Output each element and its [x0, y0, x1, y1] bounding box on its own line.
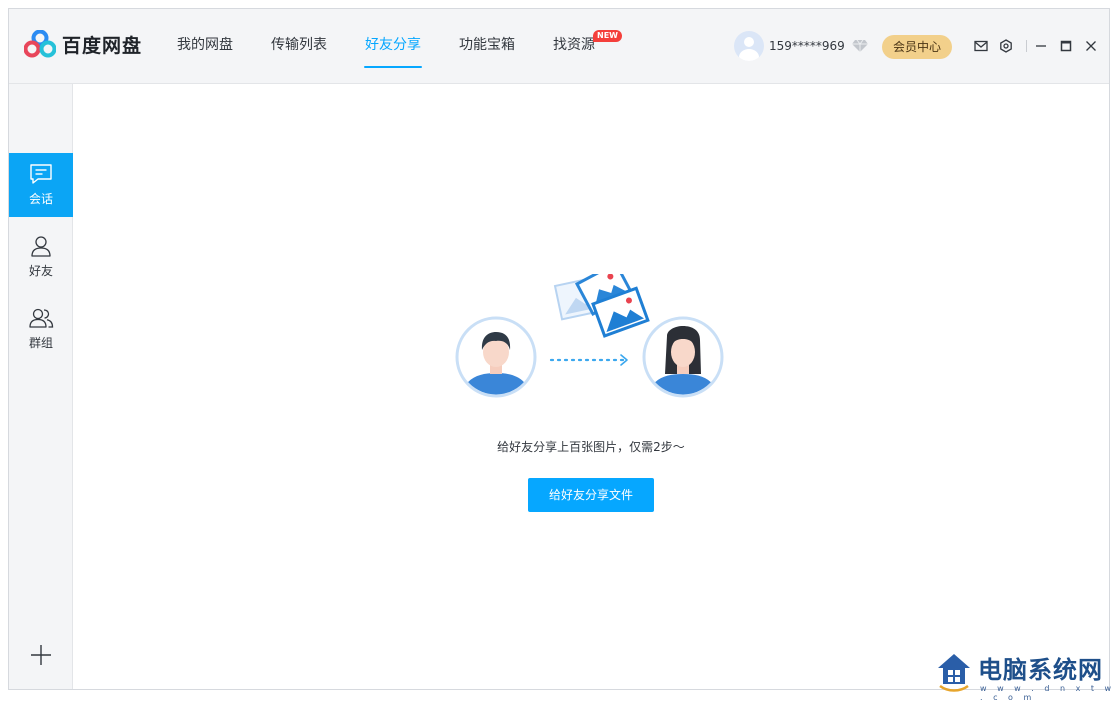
nav-my-disk[interactable]: 我的网盘: [177, 9, 233, 84]
site-watermark: 电脑系统网 w w w . d n x t w . c o m: [934, 650, 1118, 702]
watermark-url: w w w . d n x t w . c o m: [980, 684, 1116, 702]
share-illustration: [455, 274, 724, 398]
username: 159*****969: [769, 39, 845, 53]
maximize-icon[interactable]: [1058, 38, 1074, 54]
left-sidebar: 会话 好友 群组: [9, 84, 73, 689]
close-icon[interactable]: [1083, 38, 1099, 54]
minimize-icon[interactable]: [1033, 38, 1049, 54]
nav-transfer-list[interactable]: 传输列表: [271, 9, 327, 84]
sidebar-item-friends[interactable]: 好友: [9, 225, 73, 289]
share-tip-text: 给好友分享上百张图片，仅需2步～: [497, 440, 685, 454]
photos-icon: [553, 274, 650, 338]
title-bar: 百度网盘 我的网盘 传输列表 好友分享 功能宝箱 找资源 NEW 159****…: [9, 9, 1109, 84]
nav-toolbox[interactable]: 功能宝箱: [459, 9, 515, 84]
plus-icon: [31, 645, 51, 665]
house-logo-icon: [938, 654, 970, 692]
app-logo: 百度网盘: [24, 30, 142, 58]
sidebar-item-label: 好友: [28, 264, 53, 278]
vip-center-button[interactable]: 会员中心: [882, 35, 952, 59]
person-icon: [31, 236, 51, 257]
girl-avatar-icon: [642, 316, 724, 398]
app-window: 百度网盘 我的网盘 传输列表 好友分享 功能宝箱 找资源 NEW 159****…: [8, 8, 1110, 690]
dotted-arrow-icon: [549, 354, 628, 366]
title-bar-divider: [1026, 40, 1027, 52]
chat-icon: [30, 164, 52, 184]
group-icon: [29, 308, 54, 328]
app-name: 百度网盘: [62, 34, 143, 57]
diamond-icon[interactable]: [851, 39, 869, 53]
top-nav: 我的网盘 传输列表 好友分享 功能宝箱 找资源 NEW: [177, 9, 633, 84]
boy-avatar-icon: [455, 316, 537, 398]
sidebar-item-label: 会话: [28, 192, 53, 206]
nav-friend-share[interactable]: 好友分享: [364, 9, 422, 84]
avatar[interactable]: [734, 31, 764, 61]
new-badge: NEW: [593, 30, 622, 42]
sidebar-item-groups[interactable]: 群组: [9, 297, 73, 361]
add-button[interactable]: [30, 644, 52, 666]
share-files-button[interactable]: 给好友分享文件: [528, 478, 654, 512]
mail-icon[interactable]: [973, 38, 989, 54]
sidebar-item-chats[interactable]: 会话: [9, 153, 73, 217]
baidu-netdisk-logo-icon: [24, 30, 56, 58]
nav-find-resources-label: 找资源: [553, 37, 595, 53]
settings-gear-icon[interactable]: [998, 38, 1014, 54]
sidebar-item-label: 群组: [28, 336, 53, 350]
user-info[interactable]: 159*****969: [734, 31, 869, 61]
main-content: 给好友分享上百张图片，仅需2步～ 给好友分享文件: [73, 84, 1109, 689]
nav-find-resources[interactable]: 找资源 NEW: [553, 9, 622, 84]
watermark-title: 电脑系统网: [978, 655, 1103, 684]
